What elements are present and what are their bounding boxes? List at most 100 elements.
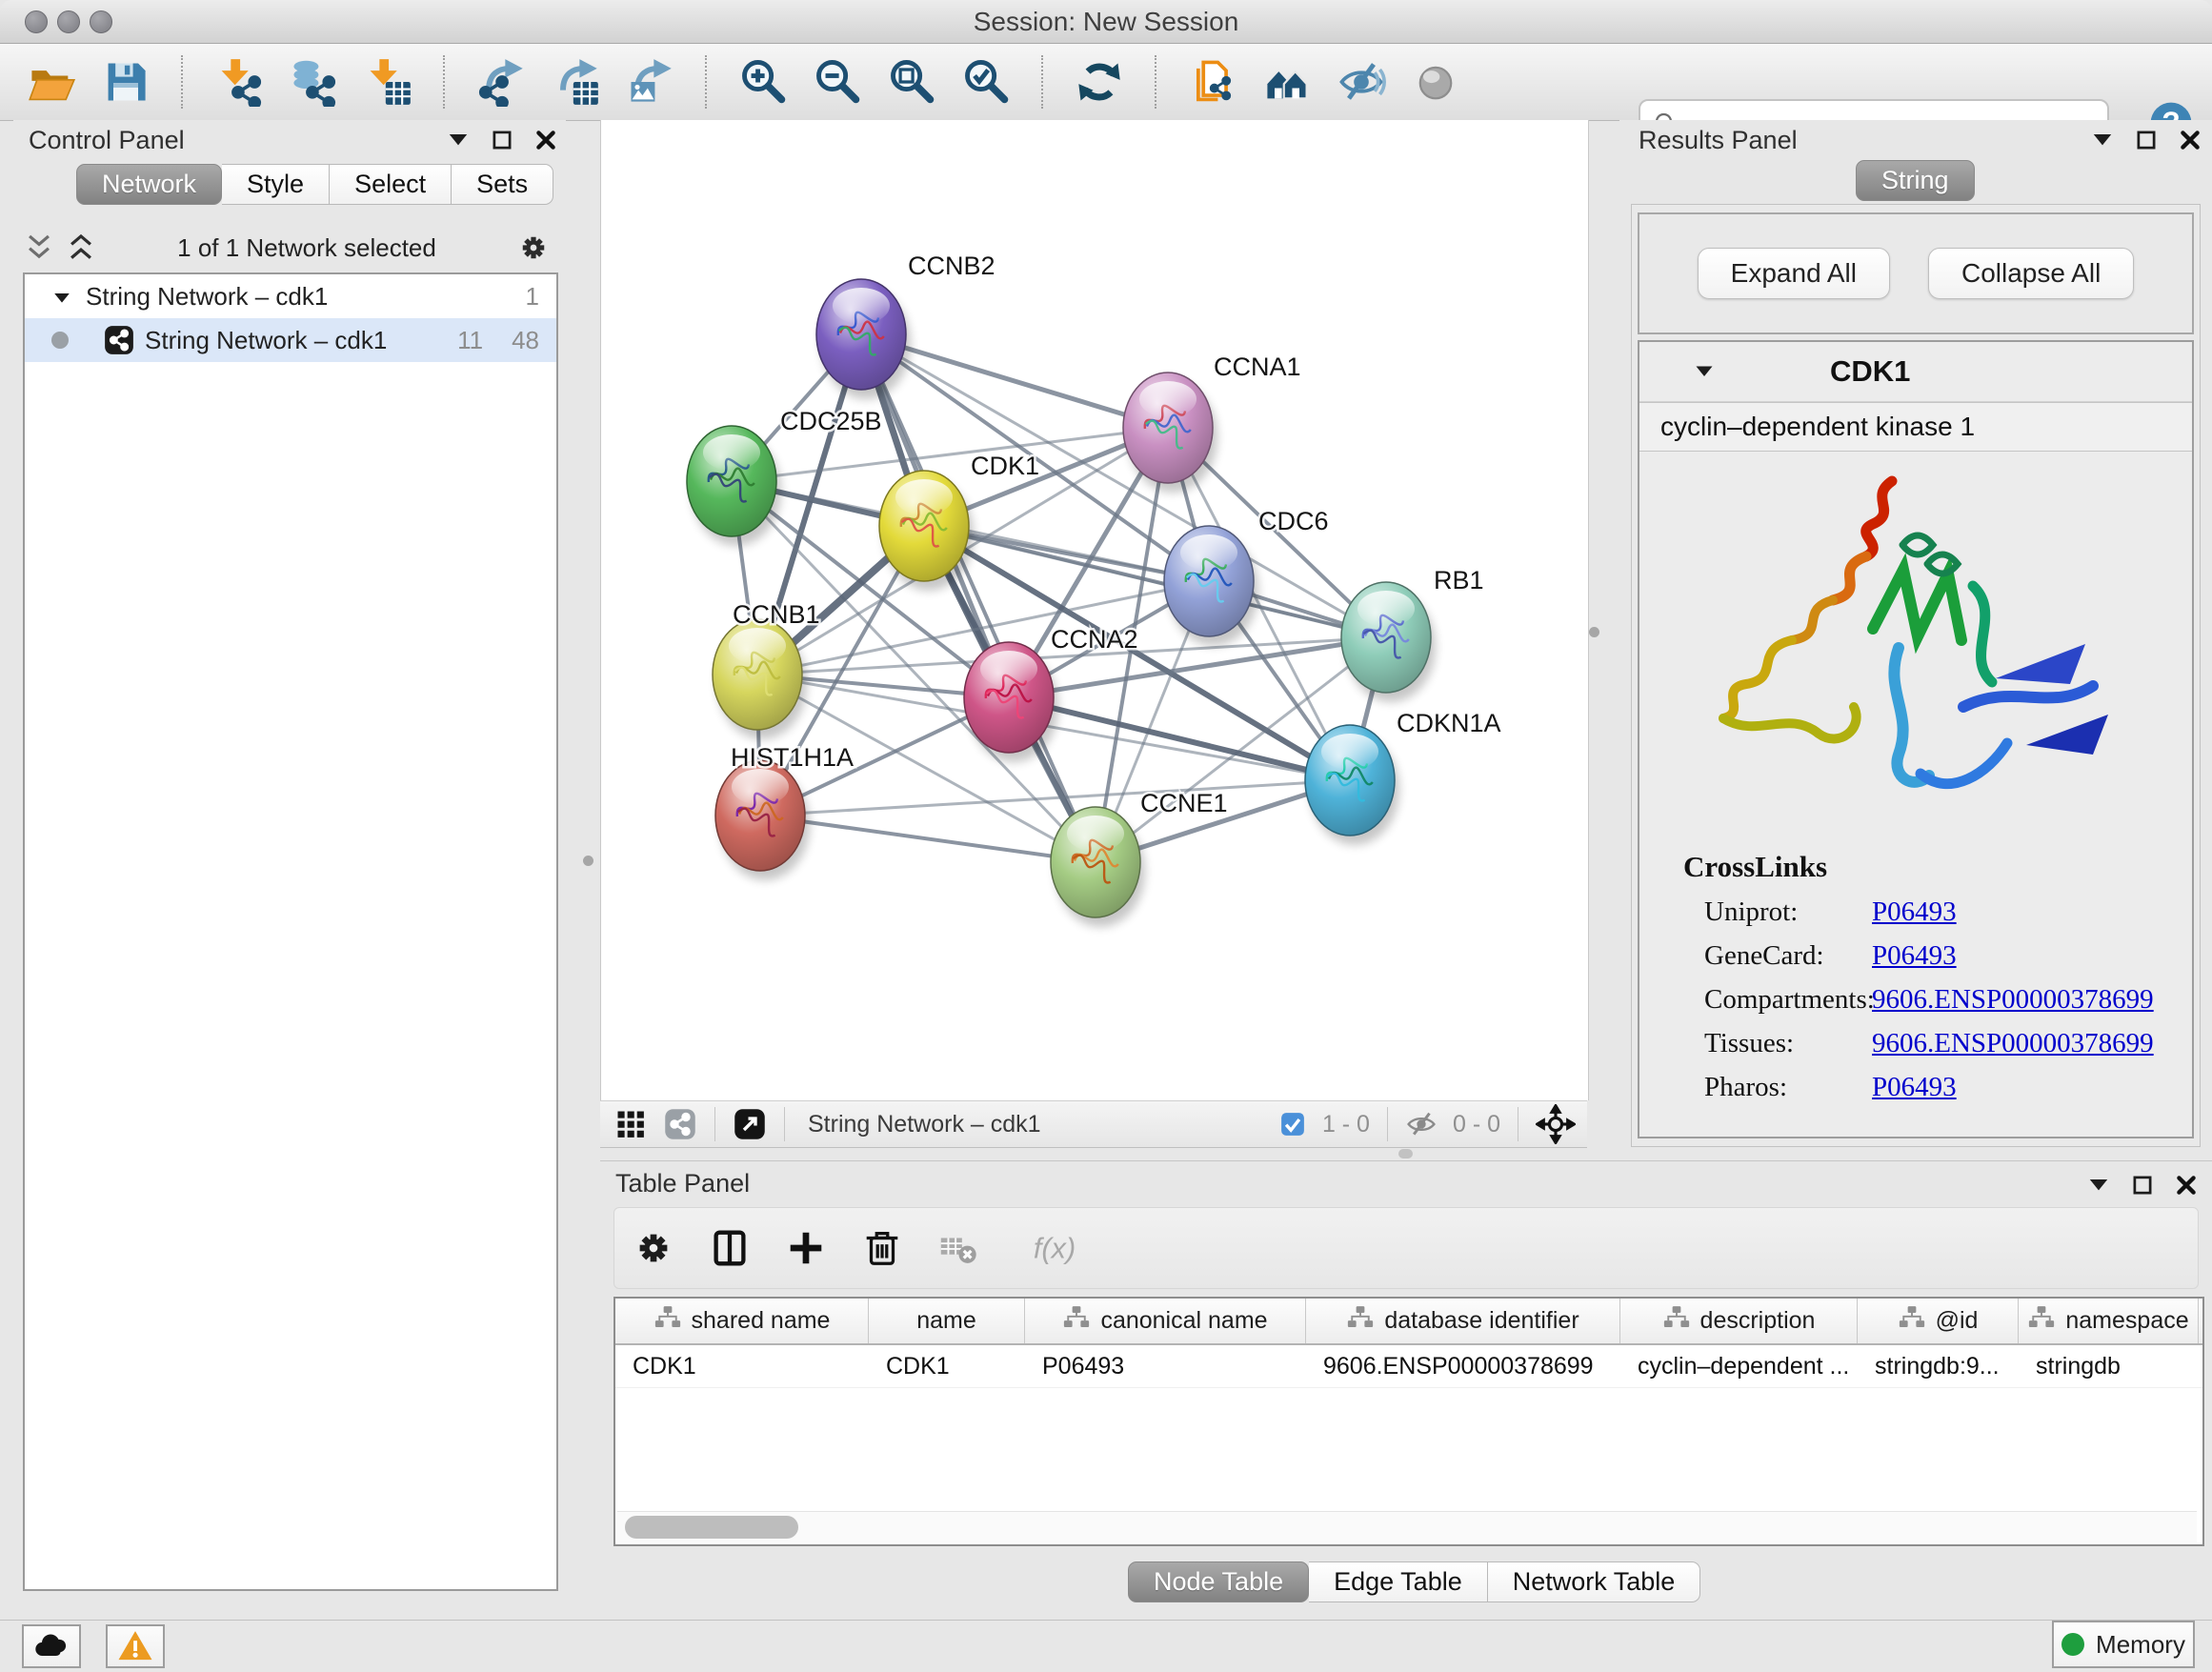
cloud-button[interactable]	[22, 1624, 81, 1668]
collapse-all-icon[interactable]	[23, 232, 55, 264]
save-session-icon[interactable]	[101, 57, 151, 107]
table-row[interactable]: CDK1CDK1P064939606.ENSP00000378699cyclin…	[615, 1345, 2202, 1388]
column-header-canonical-name[interactable]: canonical name	[1025, 1299, 1306, 1343]
expand-all-icon[interactable]	[65, 232, 97, 264]
table-cell[interactable]: P06493	[1025, 1345, 1306, 1387]
tab-string[interactable]: String	[1856, 160, 1975, 201]
first-neighbors-icon[interactable]	[1188, 57, 1237, 107]
network-options-gear-icon[interactable]	[516, 231, 551, 265]
export-table-icon[interactable]	[551, 57, 600, 107]
tab-select[interactable]: Select	[330, 164, 452, 205]
hidden-nodes-icon[interactable]	[1405, 1108, 1438, 1140]
scrollbar-thumb[interactable]	[625, 1516, 798, 1539]
table-cell[interactable]: cyclin–dependent ...	[1620, 1345, 1858, 1387]
gray-ball-icon[interactable]	[1411, 57, 1460, 107]
network-node-CCNB2[interactable]	[816, 279, 911, 399]
network-node-CCNB1[interactable]	[713, 619, 807, 739]
table-cell[interactable]: stringdb	[2019, 1345, 2199, 1387]
zoom-selected-icon[interactable]	[961, 57, 1011, 107]
network-row-selected[interactable]: String Network – cdk1 11 48	[25, 318, 556, 362]
hide-eye-icon[interactable]	[1337, 57, 1386, 107]
zoom-in-icon[interactable]	[738, 57, 788, 107]
column-header-description[interactable]: description	[1620, 1299, 1858, 1343]
tab-network-table[interactable]: Network Table	[1488, 1561, 1701, 1602]
network-collection-row[interactable]: String Network – cdk1 1	[25, 274, 556, 318]
column-header-shared-name[interactable]: shared name	[615, 1299, 869, 1343]
network-node-CDKN1A[interactable]	[1305, 725, 1399, 845]
network-node-CCNE1[interactable]	[1051, 807, 1145, 927]
import-network-database-icon[interactable]	[289, 57, 338, 107]
show-columns-icon[interactable]	[708, 1226, 752, 1270]
table-panel-float-icon[interactable]	[2130, 1173, 2155, 1198]
network-selection-status-row: 1 of 1 Network selected	[23, 225, 556, 271]
tab-node-table[interactable]: Node Table	[1128, 1561, 1309, 1602]
table-toolbar: f(x)	[613, 1207, 2199, 1289]
crosslink-link[interactable]: P06493	[1872, 940, 1957, 972]
table-panel: Table Panel f(x) shared namenamecanonica…	[600, 1160, 2212, 1621]
network-view-canvas[interactable]: CCNB2CCNA1CDC25BCDK1CDC6RB1CCNB1CCNA2CDK…	[600, 120, 1589, 1100]
network-node-CDC6[interactable]	[1164, 526, 1258, 646]
right-splitter-handle[interactable]	[1589, 627, 1599, 637]
left-splitter-handle[interactable]	[583, 856, 593, 866]
table-cell[interactable]: 9606.ENSP00000378699	[1306, 1345, 1620, 1387]
bottom-splitter-handle[interactable]	[1398, 1149, 1413, 1158]
network-node-CCNA1[interactable]	[1123, 373, 1217, 493]
tab-sets[interactable]: Sets	[452, 164, 553, 205]
import-table-icon[interactable]	[363, 57, 412, 107]
control-panel-close-icon[interactable]	[533, 128, 558, 152]
create-column-icon[interactable]	[784, 1226, 828, 1270]
tab-edge-table[interactable]: Edge Table	[1309, 1561, 1488, 1602]
control-panel-float-icon[interactable]	[490, 128, 514, 152]
table-panel-menu-icon[interactable]	[2086, 1173, 2111, 1198]
zoom-fit-icon[interactable]	[887, 57, 936, 107]
warnings-button[interactable]	[106, 1624, 165, 1668]
network-tree: String Network – cdk1 1 String Network –…	[23, 272, 558, 1591]
crosslink-link[interactable]: P06493	[1872, 896, 1957, 928]
detach-view-icon[interactable]	[733, 1107, 767, 1141]
table-cell[interactable]: CDK1	[869, 1345, 1025, 1387]
collapse-all-button[interactable]: Collapse All	[1928, 248, 2134, 299]
results-panel-menu-icon[interactable]	[2090, 128, 2115, 152]
tab-network[interactable]: Network	[76, 164, 222, 205]
memory-status-dot	[2061, 1633, 2084, 1656]
node-label-CCNA2: CCNA2	[1051, 625, 1138, 654]
import-network-file-icon[interactable]	[214, 57, 264, 107]
expand-all-button[interactable]: Expand All	[1698, 248, 1890, 299]
column-header-namespace[interactable]: namespace	[2019, 1299, 2199, 1343]
results-panel-close-icon[interactable]	[2178, 128, 2202, 152]
refresh-icon[interactable]	[1075, 57, 1124, 107]
tab-style[interactable]: Style	[222, 164, 330, 205]
open-file-icon[interactable]	[27, 57, 76, 107]
show-graphics-icon[interactable]	[1262, 57, 1312, 107]
network-thumbnail-icon[interactable]	[663, 1107, 697, 1141]
zoom-out-icon[interactable]	[813, 57, 862, 107]
network-node-HIST1H1A[interactable]	[715, 760, 810, 880]
collection-expander-icon[interactable]	[51, 286, 72, 307]
birdseye-toggle-icon[interactable]	[1536, 1104, 1576, 1144]
export-image-icon[interactable]	[625, 57, 674, 107]
gene-expander-icon[interactable]	[1693, 360, 1716, 383]
selected-nodes-checkbox-icon[interactable]	[1278, 1110, 1307, 1138]
table-horizontal-scrollbar[interactable]	[617, 1511, 2197, 1542]
table-options-gear-icon[interactable]	[632, 1226, 675, 1270]
grid-view-icon[interactable]	[613, 1107, 648, 1141]
table-cell[interactable]: CDK1	[615, 1345, 869, 1387]
crosslink-link[interactable]: 9606.ENSP00000378699	[1872, 984, 2154, 1016]
network-node-CCNA2[interactable]	[964, 642, 1058, 762]
memory-button[interactable]: Memory	[2052, 1621, 2195, 1668]
delete-column-icon[interactable]	[860, 1226, 904, 1270]
network-node-RB1[interactable]	[1341, 582, 1436, 702]
network-node-CDK1[interactable]	[879, 471, 974, 591]
crosslink-link[interactable]: 9606.ENSP00000378699	[1872, 1028, 2154, 1059]
control-panel-menu-icon[interactable]	[446, 128, 471, 152]
column-header-@id[interactable]: @id	[1858, 1299, 2019, 1343]
table-cell[interactable]: stringdb:9...	[1858, 1345, 2019, 1387]
gene-header-row[interactable]: CDK1	[1639, 342, 2192, 402]
export-network-icon[interactable]	[476, 57, 526, 107]
network-graph[interactable]: CCNB2CCNA1CDC25BCDK1CDC6RB1CCNB1CCNA2CDK…	[601, 120, 1588, 1100]
column-header-name[interactable]: name	[869, 1299, 1025, 1343]
results-panel-float-icon[interactable]	[2134, 128, 2159, 152]
column-header-database-identifier[interactable]: database identifier	[1306, 1299, 1620, 1343]
crosslink-link[interactable]: P06493	[1872, 1072, 1957, 1103]
table-panel-close-icon[interactable]	[2174, 1173, 2199, 1198]
